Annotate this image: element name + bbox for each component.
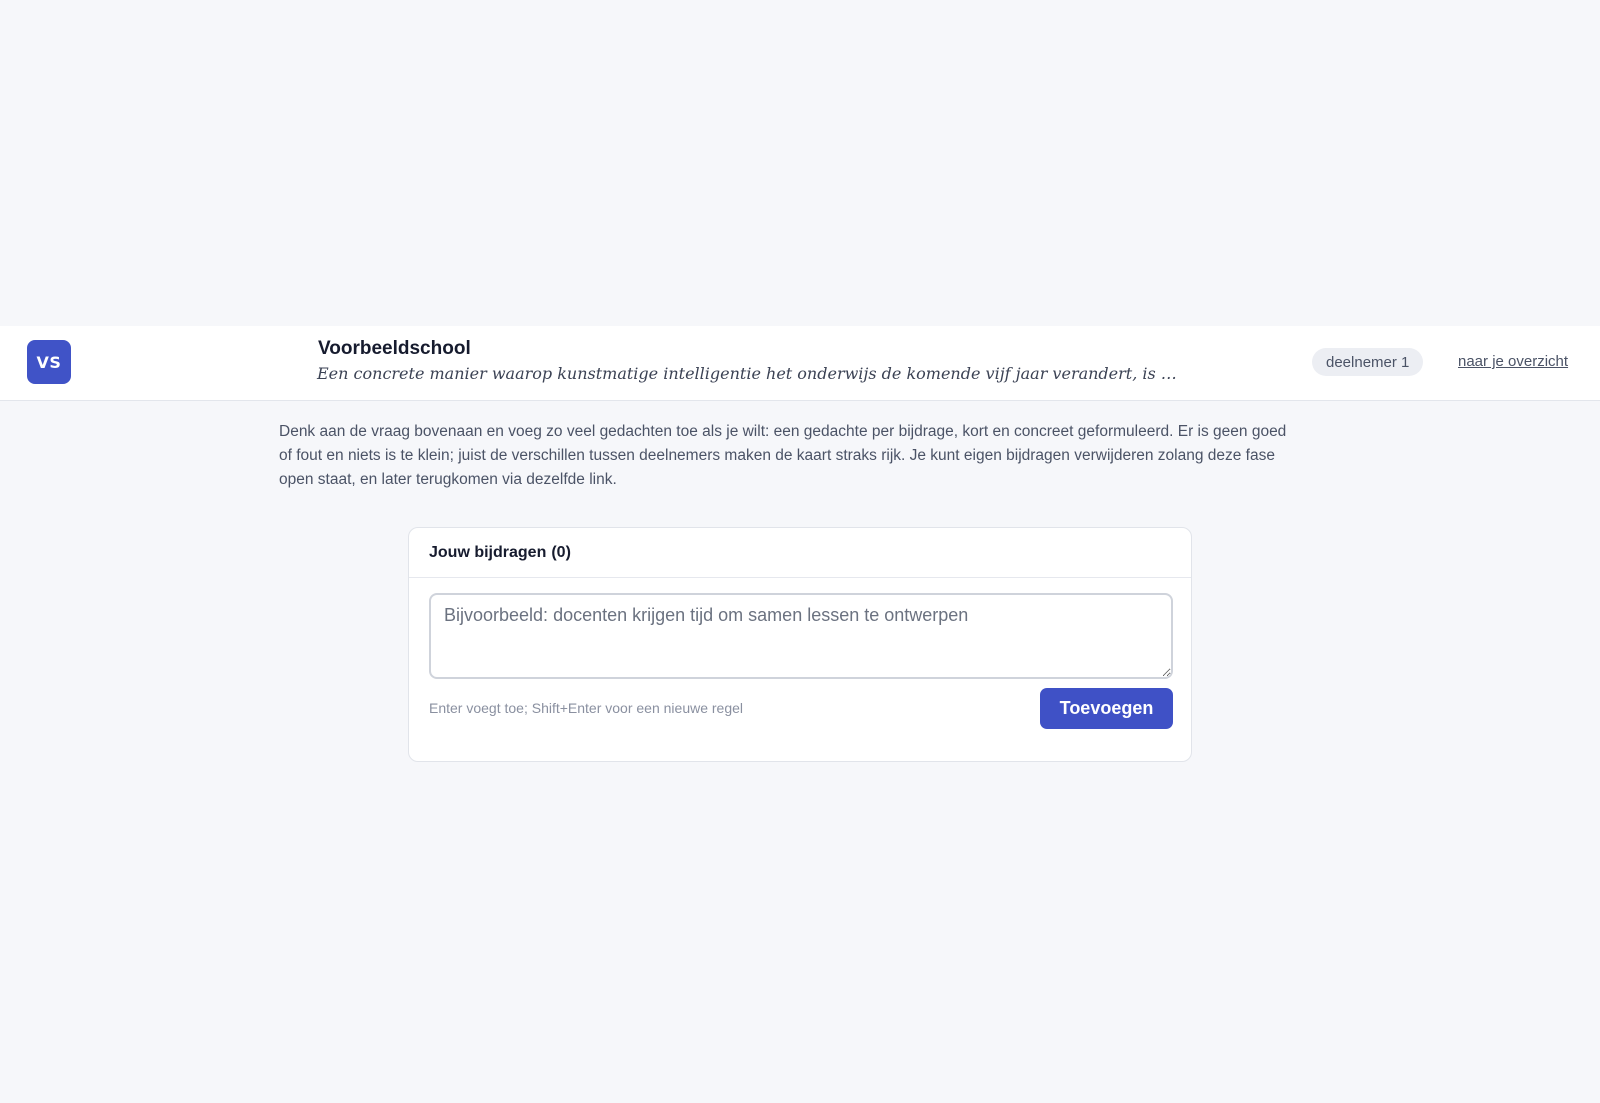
participant-badge: deelnemer 1 (1312, 348, 1424, 376)
contributions-count: (0) (551, 543, 571, 561)
contributions-card-header: Jouw bijdragen (0) (409, 528, 1191, 578)
instructions-text: Denk aan de vraag bovenaan en voeg zo ve… (279, 423, 1287, 488)
top-bar: VS Voorbeeldschool Een concrete manier w… (0, 326, 1600, 401)
keyboard-hint: Enter voegt toe; Shift+Enter voor een ni… (429, 700, 744, 716)
school-logo-badge: VS (27, 340, 71, 384)
overview-link[interactable]: naar je overzicht (1458, 353, 1568, 370)
school-name: Voorbeeldschool (318, 338, 471, 359)
contribution-input[interactable] (429, 593, 1173, 679)
logo-initials: VS (36, 352, 62, 372)
session-question: Een concrete manier waarop kunstmatige i… (317, 364, 1177, 383)
contributions-title: Jouw bijdragen (429, 543, 547, 561)
add-button[interactable]: Toevoegen (1040, 688, 1173, 729)
contributions-card: Jouw bijdragen (0) Enter voegt toe; Shif… (408, 527, 1192, 762)
participant-label: deelnemer 1 (1326, 353, 1410, 371)
